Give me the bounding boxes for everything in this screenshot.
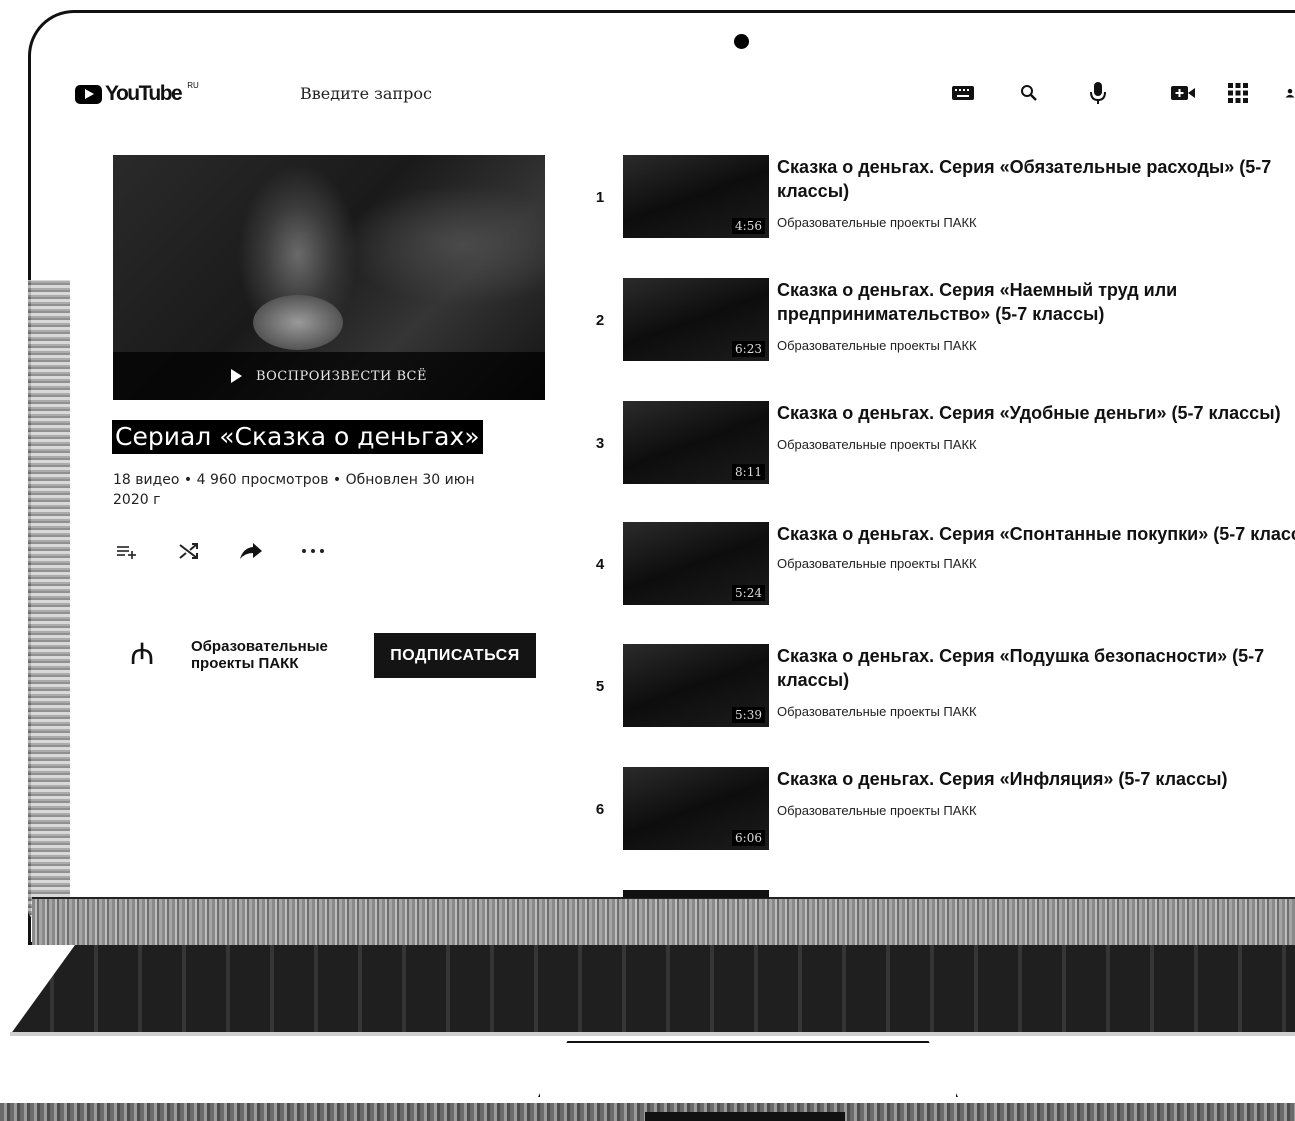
channel-name[interactable]: Образовательные проекты ПАКК	[191, 638, 356, 672]
video-title[interactable]: Сказка о деньгах. Серия «Инфляция» (5-7 …	[777, 767, 1295, 791]
video-index: 6	[595, 801, 605, 818]
video-index: 5	[595, 678, 605, 695]
video-channel[interactable]: Образовательные проекты ПАКК	[777, 338, 977, 353]
playlist-title: Сериал «Сказка о деньгах»	[112, 420, 483, 454]
video-thumbnail-partial	[623, 890, 769, 898]
desk-object	[645, 1112, 845, 1121]
video-title[interactable]: Сказка о деньгах. Серия «Наемный труд ил…	[777, 278, 1217, 326]
search-input[interactable]	[300, 80, 600, 106]
play-icon	[231, 369, 243, 383]
share-icon[interactable]	[237, 538, 265, 564]
laptop-trackpad	[538, 1041, 958, 1097]
account-icon[interactable]	[1285, 80, 1295, 106]
microphone-icon[interactable]	[1087, 80, 1109, 106]
video-index: 1	[595, 189, 605, 206]
logo-text: YouTube	[105, 82, 183, 105]
shuffle-icon[interactable]	[175, 538, 203, 564]
video-duration: 5:24	[732, 585, 765, 601]
video-duration: 8:11	[732, 464, 765, 480]
playlist-actions	[113, 538, 327, 564]
video-thumbnail[interactable]: 5:24	[623, 522, 769, 605]
video-duration: 4:56	[732, 218, 765, 234]
video-index: 2	[595, 312, 605, 329]
laptop-keyboard-edge	[10, 1032, 1295, 1036]
video-list-item[interactable]: 2 6:23 Сказка о деньгах. Серия «Наемный …	[590, 278, 1295, 362]
playlist-meta: 18 видео • 4 960 просмотров • Обновлен 3…	[113, 472, 475, 508]
video-title[interactable]: Сказка о деньгах. Серия «Обязательные ра…	[777, 155, 1295, 203]
video-duration: 5:39	[732, 707, 765, 723]
video-thumbnail[interactable]: 5:39	[623, 644, 769, 727]
video-title[interactable]: Сказка о деньгах. Серия «Спонтанные поку…	[777, 522, 1295, 546]
logo-region: RU	[187, 80, 199, 90]
video-list-item[interactable]: 3 8:11 Сказка о деньгах. Серия «Удобные …	[590, 401, 1295, 485]
video-duration: 6:23	[732, 341, 765, 357]
play-all-label: ВОСПРОИЗВЕСТИ ВСЁ	[256, 368, 427, 384]
video-list-item[interactable]: 4 5:24 Сказка о деньгах. Серия «Спонтанн…	[590, 522, 1295, 606]
video-channel[interactable]: Образовательные проекты ПАКК	[777, 437, 977, 452]
create-video-icon[interactable]	[1170, 80, 1196, 106]
youtube-play-icon	[75, 84, 102, 104]
play-all-button[interactable]: ВОСПРОИЗВЕСТИ ВСЁ	[113, 352, 545, 400]
webcam	[734, 34, 749, 49]
video-duration: 6:06	[732, 830, 765, 846]
video-channel[interactable]: Образовательные проекты ПАКК	[777, 704, 977, 719]
subscribe-button[interactable]: ПОДПИСАТЬСЯ	[374, 633, 536, 678]
video-index: 3	[595, 435, 605, 452]
add-to-queue-icon[interactable]	[113, 538, 141, 564]
video-thumbnail[interactable]: 6:23	[623, 278, 769, 361]
apps-grid-icon[interactable]	[1226, 80, 1250, 106]
youtube-logo[interactable]: YouTube RU	[75, 80, 199, 106]
screen-glare	[28, 280, 70, 920]
playlist-cover-thumbnail[interactable]: ВОСПРОИЗВЕСТИ ВСЁ	[113, 155, 545, 400]
more-icon[interactable]	[299, 538, 327, 564]
video-channel[interactable]: Образовательные проекты ПАКК	[777, 215, 977, 230]
video-channel[interactable]: Образовательные проекты ПАКК	[777, 556, 977, 571]
video-thumbnail[interactable]: 8:11	[623, 401, 769, 484]
video-thumbnail[interactable]: 4:56	[623, 155, 769, 238]
video-channel[interactable]: Образовательные проекты ПАКК	[777, 803, 977, 818]
cover-image-detail	[253, 295, 343, 350]
laptop-keyboard	[10, 945, 1295, 1035]
video-thumbnail[interactable]: 6:06	[623, 767, 769, 850]
search-icon[interactable]	[1018, 80, 1040, 106]
keyboard-icon[interactable]	[950, 80, 976, 106]
video-index: 4	[595, 556, 605, 573]
channel-logo[interactable]: ₼	[130, 638, 154, 672]
video-list-item[interactable]: 6 6:06 Сказка о деньгах. Серия «Инфляция…	[590, 767, 1295, 851]
video-list-item[interactable]: 5 5:39 Сказка о деньгах. Серия «Подушка …	[590, 644, 1295, 728]
video-title[interactable]: Сказка о деньгах. Серия «Подушка безопас…	[777, 644, 1295, 692]
laptop-hinge	[32, 897, 1295, 945]
video-list-item[interactable]: 1 4:56 Сказка о деньгах. Серия «Обязател…	[590, 155, 1295, 239]
video-title[interactable]: Сказка о деньгах. Серия «Удобные деньги»…	[777, 401, 1295, 425]
